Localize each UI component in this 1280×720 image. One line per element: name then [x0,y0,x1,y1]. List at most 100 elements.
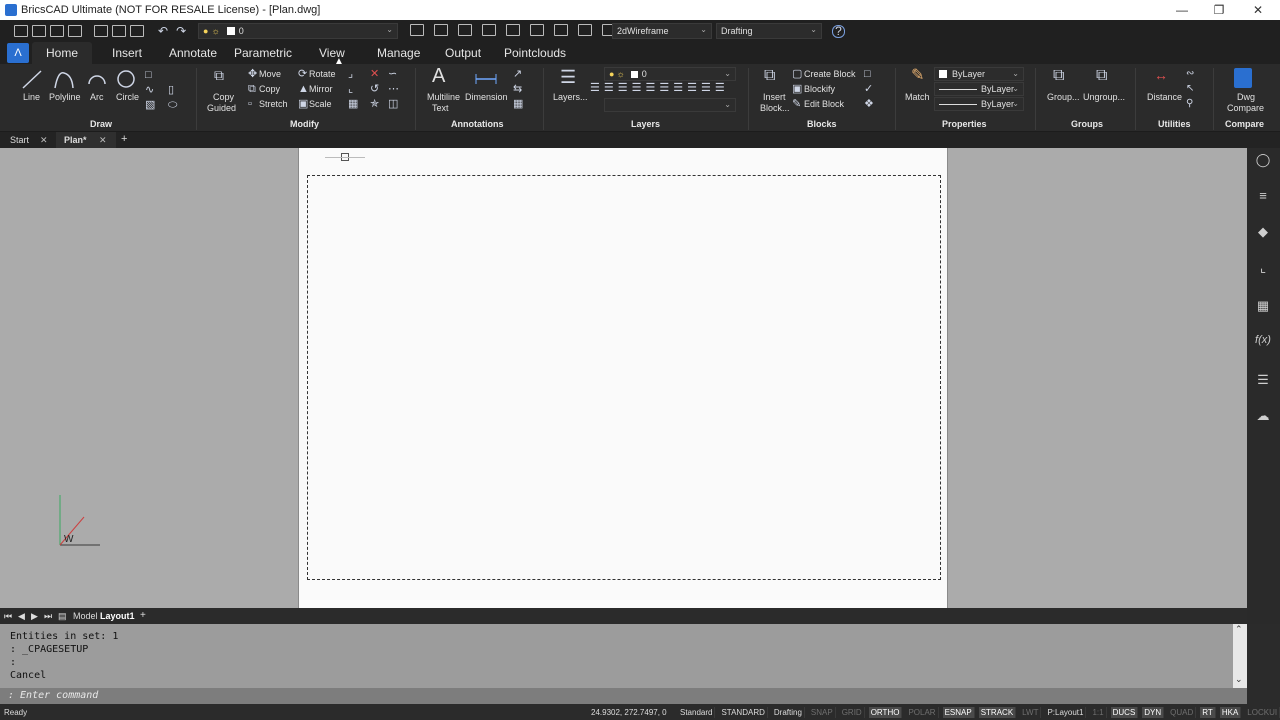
distance-icon[interactable]: ↔ [1154,68,1168,82]
doc-tab-start[interactable]: Start [10,135,29,145]
layers-stack-icon[interactable]: ◆ [1255,224,1271,240]
layer-tool-icon[interactable] [506,24,520,36]
copy-guided-icon[interactable]: ⧉ [214,68,224,82]
dwg-compare-button[interactable]: Dwg [1237,92,1255,102]
status-toggle-grid[interactable]: GRID [840,706,865,718]
lightbulb-icon[interactable]: ◯ [1255,152,1271,168]
status-toggle-drafting[interactable]: Drafting [772,706,805,718]
ungroup-button[interactable]: Ungroup... [1083,92,1125,102]
status-toggle-quad[interactable]: QUAD [1168,706,1197,718]
fillet-icon[interactable]: ⌞ [348,84,353,95]
copy-guided-label-2[interactable]: Guided [207,103,236,113]
attribute-icon[interactable]: ✓ [864,84,873,95]
visual-style-combo[interactable]: 2dWireframe ⌄ [612,23,712,39]
insert-block-icon[interactable]: ⧉ [764,68,775,84]
open-file-icon[interactable] [32,25,46,37]
drawing-canvas[interactable]: W [0,148,1247,608]
insert-block-label-2[interactable]: Block... [760,103,790,113]
ellipse-icon[interactable]: ⬭ [168,100,177,111]
properties-icon[interactable] [530,24,544,36]
measure-icon[interactable]: ∾ [1186,68,1194,79]
multiline-text-icon[interactable]: A [432,66,445,86]
status-toggle-lwt[interactable]: LWT [1020,706,1042,718]
stretch-button[interactable]: Stretch [259,99,288,109]
scroll-up-icon[interactable]: ⌃ [1235,624,1243,635]
print-preview-icon[interactable] [112,25,126,37]
app-menu-button[interactable]: Λ [7,43,29,63]
status-toggle-standard[interactable]: STANDARD [719,706,768,718]
tab-pointclouds[interactable]: Pointclouds [504,46,566,60]
hatch-icon[interactable]: ▧ [145,100,155,111]
create-block-button[interactable]: Create Block [804,69,856,79]
create-block-icon[interactable]: ▢ [792,69,802,80]
quick-select-icon[interactable]: ⚲ [1186,98,1193,109]
dwg-compare-label-2[interactable]: Compare [1227,103,1264,113]
status-toggle-ducs[interactable]: DUCS [1110,706,1139,718]
tab-output[interactable]: Output [445,46,481,60]
snap-icon[interactable] [434,24,448,36]
edit-block-button[interactable]: Edit Block [804,99,844,109]
tab-home[interactable]: Home [32,42,93,64]
scroll-down-icon[interactable]: ⌄ [1235,674,1243,685]
break-icon[interactable]: ⋯ [388,84,399,95]
layer-tool-icon[interactable]: ☰ [632,83,642,94]
array-icon[interactable]: ▦ [348,99,358,110]
status-toggle-standard[interactable]: Standard [678,706,716,718]
tab-manage[interactable]: Manage [377,46,420,60]
trim-icon[interactable]: ⌟ [348,69,353,80]
layer-tool-icon[interactable]: ☰ [701,83,711,94]
multiline-text-button[interactable]: Multiline [427,92,460,102]
layer-tool-icon[interactable]: ☰ [618,83,628,94]
circle-icon[interactable] [115,68,137,90]
ungroup-icon[interactable]: ⧉ [1096,68,1107,84]
structure-tree-icon[interactable]: ☰ [1255,372,1271,388]
status-toggle-ortho[interactable]: ORTHO [868,706,903,718]
arc-icon[interactable] [86,68,108,90]
eraser-icon[interactable] [554,24,568,36]
arc-button[interactable]: Arc [90,92,104,102]
doc-tab-plan[interactable]: Plan* [64,135,87,145]
explode-icon[interactable]: ✯ [370,99,379,110]
last-layout-icon[interactable]: ⏭ [44,611,52,622]
close-button[interactable]: ✕ [1238,0,1278,20]
status-toggle-esnap[interactable]: ESNAP [942,706,975,718]
tab-insert[interactable]: Insert [112,46,142,60]
blockify-button[interactable]: Blockify [804,84,835,94]
offset-icon[interactable]: ∽ [388,69,397,80]
layer-tool-icon[interactable]: ☰ [590,83,600,94]
qat-layer-combo[interactable]: ● ☼ 0 ⌄ [198,23,398,39]
group-button[interactable]: Group... [1047,92,1080,102]
mirror-button[interactable]: Mirror [309,84,333,94]
join-icon[interactable]: ◫ [388,99,398,110]
dimension-icon[interactable] [474,72,498,86]
status-toggle-strack[interactable]: STRACK [978,706,1017,718]
line-icon[interactable] [20,68,44,90]
rectangle-icon[interactable]: □ [145,70,152,81]
group-icon[interactable]: ⧉ [1053,68,1064,84]
region-icon[interactable]: ▯ [168,85,174,96]
move-button[interactable]: Move [259,69,281,79]
insert-block-button[interactable]: Insert [763,92,786,102]
cloud-upload-icon[interactable]: ☁ [1255,408,1271,424]
rotate-button[interactable]: Rotate [309,69,336,79]
new-file-icon[interactable] [14,25,28,37]
dim-style-icon[interactable]: ⇆ [513,84,522,95]
next-layout-icon[interactable]: ▶ [31,611,38,622]
layer-combo[interactable]: ● ☼ 0 ⌄ [604,67,736,81]
prev-layout-icon[interactable]: ◀ [18,611,25,622]
print-icon[interactable] [94,25,108,37]
save-icon[interactable] [50,25,64,37]
status-toggle-hka[interactable]: HKA [1219,706,1242,718]
layer-tool-icon[interactable]: ☰ [604,83,614,94]
status-toggle-snap[interactable]: SNAP [809,706,836,718]
tab-annotate[interactable]: Annotate [169,46,217,60]
select-icon[interactable]: ↖ [1186,83,1194,94]
function-icon[interactable]: f(x) [1255,334,1271,350]
help-icon[interactable]: ? [832,25,845,38]
hatch-pattern-icon[interactable]: ▦ [1255,298,1271,314]
restore-button[interactable]: ❐ [1199,0,1239,20]
status-toggle-p-layout1[interactable]: P:Layout1 [1045,706,1087,718]
linetype-combo[interactable]: ByLayer ⌄ [934,82,1024,96]
chamfer-icon[interactable]: ↺ [370,84,379,95]
redo-icon[interactable]: ↷ [176,25,186,37]
